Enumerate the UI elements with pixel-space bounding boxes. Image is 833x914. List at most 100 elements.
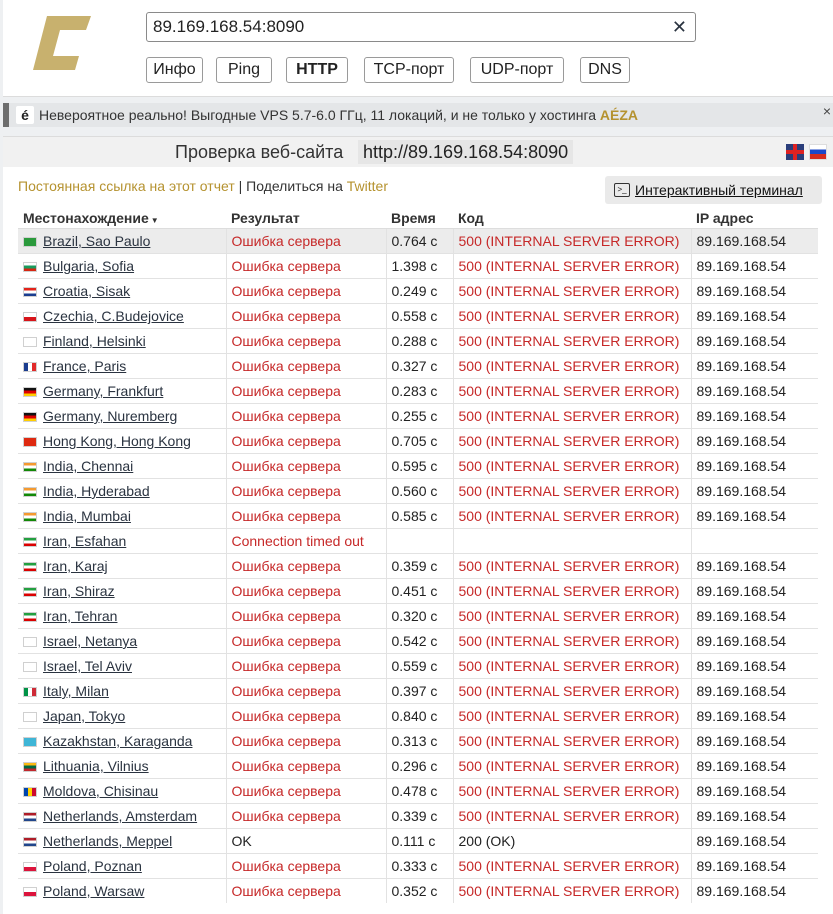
result-cell: Ошибка сервера (225, 378, 386, 404)
ip-cell: 89.169.168.54 (690, 728, 818, 754)
time-cell: 0.559 с (385, 653, 453, 679)
code-cell: 500 (INTERNAL SERVER ERROR) (452, 403, 691, 429)
promo-banner[interactable]: é Невероятное реально! Выгодные VPS 5.7-… (3, 103, 833, 127)
location-link[interactable]: Poland, Warsaw (43, 883, 144, 899)
pl-flag-icon (23, 862, 37, 872)
location-cell: Iran, Shiraz (18, 578, 226, 604)
time-cell: 0.313 с (385, 728, 453, 754)
nav-tab-4[interactable]: UDP-порт (470, 57, 564, 83)
time-cell: 1.398 с (385, 253, 453, 279)
table-row: Iran, Esfahan Connection timed out (18, 528, 818, 554)
location-link[interactable]: Bulgaria, Sofia (43, 258, 134, 274)
location-cell: Poland, Warsaw (18, 878, 226, 903)
location-link[interactable]: Israel, Tel Aviv (43, 658, 132, 674)
russian-flag-icon[interactable] (809, 144, 827, 160)
location-link[interactable]: Lithuania, Vilnius (43, 758, 149, 774)
header-location[interactable]: Местонахождение ▼ (18, 207, 226, 229)
location-link[interactable]: Kazakhstan, Karaganda (43, 733, 192, 749)
in-flag-icon (23, 462, 37, 472)
ip-cell: 89.169.168.54 (690, 828, 818, 854)
result-cell: Ошибка сервера (225, 328, 386, 354)
location-link[interactable]: Japan, Tokyo (43, 708, 125, 724)
hr-flag-icon (23, 287, 37, 297)
code-cell: 500 (INTERNAL SERVER ERROR) (452, 503, 691, 529)
banner-close-icon[interactable]: × (823, 103, 831, 119)
permalink-link[interactable]: Постоянная ссылка на этот отчет (18, 178, 235, 194)
location-link[interactable]: India, Hyderabad (43, 483, 150, 499)
time-cell: 0.705 с (385, 428, 453, 454)
nl-flag-icon (23, 812, 37, 822)
location-link[interactable]: India, Chennai (43, 458, 133, 474)
time-cell: 0.320 с (385, 603, 453, 629)
result-cell: Ошибка сервера (225, 553, 386, 579)
code-cell: 500 (INTERNAL SERVER ERROR) (452, 453, 691, 479)
location-link[interactable]: Italy, Milan (43, 683, 109, 699)
table-row: Poland, Poznan Ошибка сервера 0.333 с 500 (… (18, 853, 818, 879)
table-row: Hong Kong, Hong Kong Ошибка сервера 0.705 … (18, 428, 818, 454)
location-link[interactable]: Finland, Helsinki (43, 333, 146, 349)
code-cell: 500 (INTERNAL SERVER ERROR) (452, 678, 691, 704)
nav-tab-1[interactable]: Ping (216, 57, 272, 83)
code-cell: 500 (INTERNAL SERVER ERROR) (452, 878, 691, 903)
time-cell: 0.478 с (385, 778, 453, 804)
time-cell: 0.560 с (385, 478, 453, 504)
location-link[interactable]: Hong Kong, Hong Kong (43, 433, 191, 449)
time-cell: 0.558 с (385, 303, 453, 329)
banner-brand[interactable]: AÉZA (600, 107, 638, 123)
search-input[interactable] (153, 13, 663, 41)
english-flag-icon[interactable] (786, 144, 804, 160)
nav-tab-3[interactable]: TCP-порт (364, 57, 454, 83)
ir-flag-icon (23, 587, 37, 597)
location-link[interactable]: Poland, Poznan (43, 858, 142, 874)
time-cell: 0.595 с (385, 453, 453, 479)
nav-tab-2[interactable]: HTTP (286, 57, 348, 83)
location-link[interactable]: Croatia, Sisak (43, 283, 130, 299)
il-flag-icon (23, 637, 37, 647)
ip-cell (690, 528, 818, 554)
code-cell: 500 (INTERNAL SERVER ERROR) (452, 628, 691, 654)
table-row: Germany, Nuremberg Ошибка сервера 0.255 с5… (18, 403, 818, 429)
location-link[interactable]: Moldova, Chisinau (43, 783, 158, 799)
fi-flag-icon (23, 337, 37, 347)
code-cell: 500 (INTERNAL SERVER ERROR) (452, 328, 691, 354)
banner-text[interactable]: Невероятное реально! Выгодные VPS 5.7-6.… (39, 107, 638, 123)
table-row: India, Hyderabad Ошибка сервера 0.560 с 500… (18, 478, 818, 504)
banner-message: Невероятное реально! Выгодные VPS 5.7-6.… (39, 107, 600, 123)
nav-tab-5[interactable]: DNS (580, 57, 630, 83)
time-cell: 0.327 с (385, 353, 453, 379)
ip-cell: 89.169.168.54 (690, 878, 818, 903)
time-cell: 0.451 с (385, 578, 453, 604)
location-link[interactable]: Germany, Nuremberg (43, 408, 177, 424)
result-cell: Ошибка сервера (225, 303, 386, 329)
location-link[interactable]: Israel, Netanya (43, 633, 137, 649)
ir-flag-icon (23, 612, 37, 622)
time-cell: 0.333 с (385, 853, 453, 879)
ip-cell: 89.169.168.54 (690, 478, 818, 504)
ip-cell: 89.169.168.54 (690, 278, 818, 304)
ip-cell: 89.169.168.54 (690, 228, 818, 254)
ip-cell: 89.169.168.54 (690, 853, 818, 879)
report-titlebar: Проверка веб-сайта http://89.169.168.54:… (3, 137, 833, 167)
location-link[interactable]: Netherlands, Meppel (43, 833, 172, 849)
location-link[interactable]: Czechia, C.Budejovice (43, 308, 184, 324)
location-link[interactable]: Netherlands, Amsterdam (43, 808, 197, 824)
twitter-share-link[interactable]: Twitter (347, 178, 388, 194)
location-link[interactable]: France, Paris (43, 358, 126, 374)
location-link[interactable]: India, Mumbai (43, 508, 131, 524)
location-link[interactable]: Iran, Karaj (43, 558, 108, 574)
location-cell: Moldova, Chisinau (18, 778, 226, 804)
nav-tab-0[interactable]: Инфо (146, 57, 203, 83)
location-link[interactable]: Iran, Esfahan (43, 533, 126, 549)
clear-icon[interactable]: ✕ (672, 17, 687, 37)
site-logo-icon[interactable] (33, 14, 93, 72)
ip-cell: 89.169.168.54 (690, 378, 818, 404)
interactive-terminal-button[interactable]: >_ Интерактивный терминал (605, 176, 822, 204)
location-link[interactable]: Iran, Shiraz (43, 583, 115, 599)
location-link[interactable]: Iran, Tehran (43, 608, 117, 624)
result-cell: Ошибка сервера (225, 878, 386, 903)
location-link[interactable]: Brazil, Sao Paulo (43, 233, 150, 249)
report-links: Постоянная ссылка на этот отчет | Подели… (18, 178, 388, 194)
checked-url: http://89.169.168.54:8090 (358, 140, 574, 164)
time-cell: 0.542 с (385, 628, 453, 654)
location-link[interactable]: Germany, Frankfurt (43, 383, 163, 399)
